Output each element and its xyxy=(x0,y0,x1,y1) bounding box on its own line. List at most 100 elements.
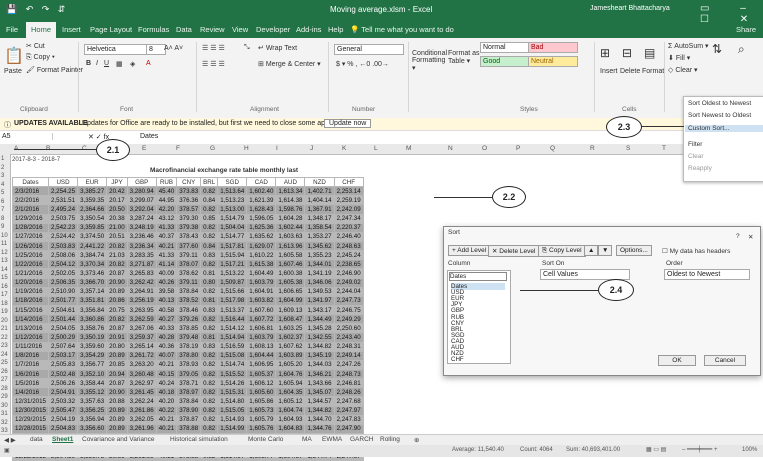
table-row[interactable]: 12/30/2015 2,505.47 3,356.25 20.89 3,261.86 4… xyxy=(12,405,364,416)
delete-icon[interactable]: ⊟ xyxy=(622,46,632,60)
table-cell[interactable]: 379.11 xyxy=(176,250,202,261)
table-cell[interactable]: 3,262.24 xyxy=(126,396,157,407)
table-cell[interactable]: 0.82 xyxy=(200,387,219,398)
table-cell[interactable]: 2,249.14 xyxy=(333,350,364,361)
table-cell[interactable]: 3,370.34 xyxy=(77,259,108,270)
cancel-button[interactable]: Cancel xyxy=(704,355,746,366)
table-header-cell[interactable]: CAD xyxy=(246,176,277,188)
table-cell[interactable]: 20.85 xyxy=(106,359,128,370)
table-cell[interactable]: 379.05 xyxy=(176,368,202,380)
sort-oldest-newest-item[interactable]: Sort Oldest to Newest xyxy=(688,100,751,107)
table-cell[interactable]: 3,356.94 xyxy=(77,414,108,425)
table-cell[interactable]: 3,359.35 xyxy=(77,195,108,206)
row-header[interactable]: 7 xyxy=(1,207,4,213)
table-cell[interactable]: 1,603.79 xyxy=(246,277,277,288)
sort-filter-icon[interactable]: ⇅ xyxy=(712,42,722,56)
paste-icon[interactable]: 📋 xyxy=(4,46,24,66)
table-cell[interactable]: 1/15/2016 xyxy=(12,304,49,316)
row-header[interactable]: 28 xyxy=(1,386,8,392)
table-cell[interactable]: 1,605.79 xyxy=(246,414,277,425)
table-cell[interactable]: 3,350.19 xyxy=(77,332,108,343)
table-cell[interactable]: 2,248.63 xyxy=(333,240,364,252)
sheet-tab-ma[interactable]: MA xyxy=(302,436,312,443)
sheet-title[interactable]: Macrofinancial exchange rate table month… xyxy=(150,167,298,174)
table-header-cell[interactable]: BRL xyxy=(200,176,219,188)
table-cell[interactable]: 378.07 xyxy=(176,259,202,270)
table-row[interactable]: 12/29/2015 2,504.19 3,356.94 20.89 3,262.05 4… xyxy=(12,414,364,425)
column-header[interactable]: I xyxy=(276,145,278,152)
table-cell[interactable]: 378.93 xyxy=(176,359,202,370)
table-cell[interactable]: 40.15 xyxy=(155,368,178,380)
table-cell[interactable]: 1,516.44 xyxy=(217,314,248,325)
table-cell[interactable]: 3,358.44 xyxy=(77,378,108,389)
table-cell[interactable]: 44.95 xyxy=(155,195,178,206)
wrap-text-button[interactable]: ↵ Wrap Text xyxy=(258,44,297,52)
table-cell[interactable]: 42.20 xyxy=(155,204,178,215)
table-cell[interactable]: 1,358.54 xyxy=(304,222,335,233)
table-cell[interactable]: 1/20/2016 xyxy=(12,277,49,288)
table-cell[interactable]: 2,504.19 xyxy=(47,414,79,425)
table-row[interactable]: 1/21/2016 2,502.05 3,373.46 20.87 3,265.83 40… xyxy=(12,268,364,279)
table-cell[interactable]: 3,352.10 xyxy=(77,368,108,380)
ok-button[interactable]: OK xyxy=(658,355,696,366)
table-cell[interactable]: 41.33 xyxy=(155,250,178,261)
cut-button[interactable]: ✂ Cut xyxy=(26,42,45,50)
table-cell[interactable]: 1,604.49 xyxy=(246,268,277,279)
table-cell[interactable]: 1,344.57 xyxy=(304,396,335,407)
table-cell[interactable]: 378.85 xyxy=(176,323,202,334)
table-cell[interactable]: 2,506.35 xyxy=(47,277,79,288)
sheet-tab-sheet1[interactable]: Sheet1 xyxy=(52,436,73,443)
table-cell[interactable]: 3,267.06 xyxy=(126,323,157,334)
table-cell[interactable]: 2,249.29 xyxy=(333,314,364,325)
table-cell[interactable]: 2,253.14 xyxy=(333,186,364,197)
table-cell[interactable]: 3,256.19 xyxy=(126,295,157,306)
tab-file[interactable]: File xyxy=(6,25,18,34)
table-cell[interactable]: 1,515.05 xyxy=(217,405,248,416)
table-cell[interactable]: 40.37 xyxy=(155,231,178,242)
column-select-current[interactable]: Dates xyxy=(449,272,507,281)
help-icon[interactable]: ? xyxy=(736,233,740,240)
table-cell[interactable]: 1,605.12 xyxy=(275,396,306,407)
table-cell[interactable]: 2,247.68 xyxy=(333,396,364,407)
table-cell[interactable]: 0.82 xyxy=(200,204,219,215)
column-option[interactable]: CHF xyxy=(451,356,464,363)
table-cell[interactable]: 1,607.72 xyxy=(246,314,277,325)
table-cell[interactable]: 20.51 xyxy=(106,231,128,242)
table-cell[interactable]: 40.20 xyxy=(155,396,178,407)
table-cell[interactable]: 1/26/2016 xyxy=(12,240,49,252)
table-cell[interactable]: 3,263.20 xyxy=(126,359,157,370)
align-top-icons[interactable]: ☰ ☰ ☰ xyxy=(202,44,225,52)
table-cell[interactable]: 1,345.07 xyxy=(304,387,335,398)
table-cell[interactable]: 0.82 xyxy=(200,314,219,325)
merge-center-button[interactable]: ⊞ Merge & Center ▾ xyxy=(258,60,321,68)
table-cell[interactable]: 3,280.94 xyxy=(126,186,157,197)
table-row[interactable]: 1/28/2016 2,542.23 3,359.85 21.00 3,248.19 41… xyxy=(12,222,364,233)
table-cell[interactable]: 0.82 xyxy=(200,222,219,233)
row-header[interactable]: 15 xyxy=(1,275,8,281)
table-cell[interactable]: 2,502.48 xyxy=(47,368,79,380)
table-cell[interactable]: 2,247.97 xyxy=(333,405,364,416)
table-cell[interactable]: 3,356.84 xyxy=(77,304,108,316)
table-cell[interactable]: 3,236.34 xyxy=(126,240,157,252)
table-cell[interactable]: 39.58 xyxy=(155,286,178,297)
table-cell[interactable]: 2,248.73 xyxy=(333,368,364,380)
table-cell[interactable]: 3,356.25 xyxy=(77,405,108,416)
row-header[interactable]: 1 xyxy=(1,156,4,162)
row-header[interactable]: 11 xyxy=(1,241,7,247)
table-cell[interactable]: 1,346.06 xyxy=(304,277,335,288)
find-select-icon[interactable]: ⌕ xyxy=(738,42,745,57)
column-header[interactable]: K xyxy=(342,145,346,152)
sheet-tab-ewma[interactable]: EWMA xyxy=(322,436,342,443)
table-cell[interactable]: 3,283.35 xyxy=(126,250,157,261)
table-cell[interactable]: 3,262.97 xyxy=(126,378,157,389)
table-cell[interactable]: 1,349.53 xyxy=(304,286,335,297)
table-cell[interactable]: 3,261.96 xyxy=(126,423,157,434)
table-header-cell[interactable]: CHF xyxy=(333,176,364,188)
table-cell[interactable]: 2,246.81 xyxy=(333,378,364,389)
table-cell[interactable]: 20.89 xyxy=(106,286,128,297)
tab-home[interactable]: Home xyxy=(26,22,57,38)
table-cell[interactable]: 1,596.05 xyxy=(246,213,277,224)
table-cell[interactable]: 1,604.35 xyxy=(275,387,306,398)
table-cell[interactable]: 3,356.60 xyxy=(77,423,108,434)
clear-item[interactable]: Clear xyxy=(688,153,704,160)
